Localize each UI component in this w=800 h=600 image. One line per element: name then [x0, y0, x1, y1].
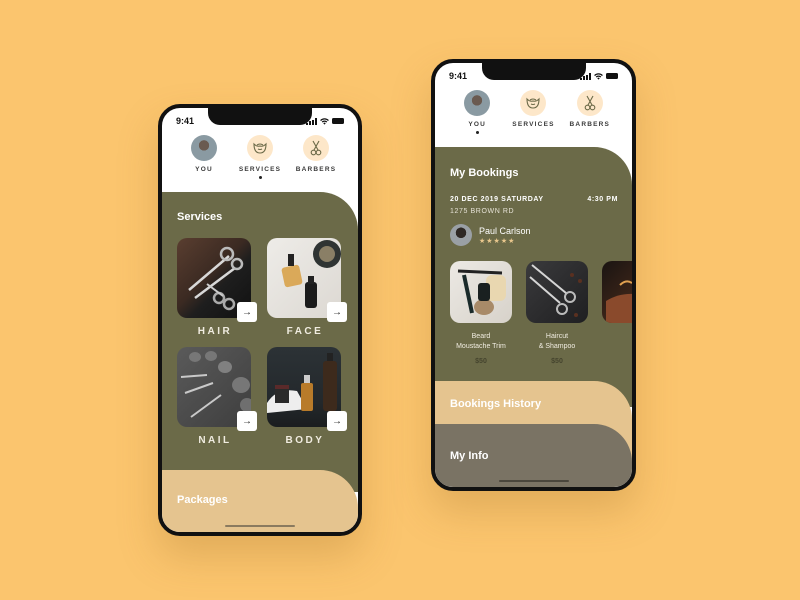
- booking-time: 4:30 PM: [587, 196, 618, 203]
- nav-services[interactable]: SERVICES: [505, 90, 561, 134]
- service-label: BODY: [285, 435, 325, 446]
- signal-icon: [306, 117, 317, 125]
- star-rating: ★★★★★: [479, 237, 516, 245]
- user-avatar: [191, 135, 217, 161]
- beard-trim-image: [450, 261, 512, 323]
- phone-profile-screen: 9:41 YOU SERVICES BARBERS My Bookings 20…: [431, 59, 636, 491]
- booked-service-item[interactable]: Beard Moustache Trim $50: [450, 261, 512, 365]
- bookings-history-title: Bookings History: [450, 398, 542, 410]
- active-dot: [475, 131, 479, 134]
- service-name-line1: Haircut: [545, 333, 569, 340]
- shaving-image: [602, 261, 632, 323]
- top-nav: YOU SERVICES BARBERS: [162, 135, 358, 179]
- arrow-right-icon[interactable]: →: [237, 411, 257, 431]
- nav-label: SERVICES: [238, 166, 282, 173]
- service-card-hair[interactable]: → HAIR: [177, 238, 257, 337]
- my-info-title: My Info: [450, 450, 489, 462]
- packages-title: Packages: [177, 494, 228, 506]
- service-label: NAIL: [198, 435, 232, 446]
- bookings-panel: My Bookings 20 DEC 2019 SATURDAY 4:30 PM…: [435, 147, 632, 407]
- nav-you[interactable]: YOU: [176, 135, 232, 179]
- booked-service-item[interactable]: Haircut & Shampoo $50: [526, 261, 588, 365]
- arrow-right-icon[interactable]: →: [237, 302, 257, 322]
- beard-icon: [526, 97, 541, 109]
- wifi-icon: [320, 117, 329, 125]
- service-label: FACE: [286, 326, 324, 337]
- nav-label: BARBERS: [295, 166, 337, 173]
- arrow-right-icon[interactable]: →: [327, 411, 347, 431]
- nav-label: SERVICES: [512, 121, 555, 128]
- nav-barbers[interactable]: BARBERS: [562, 90, 618, 134]
- booked-services-list: Beard Moustache Trim $50 Haircut & Shampoo…: [450, 261, 632, 365]
- status-bar: 9:41: [176, 115, 344, 127]
- service-card-nail[interactable]: → NAIL: [177, 347, 257, 446]
- services-title: Services: [177, 211, 223, 223]
- nav-barbers[interactable]: BARBERS: [288, 135, 344, 179]
- status-bar: 9:41: [449, 70, 618, 82]
- home-indicator: [498, 479, 569, 482]
- nav-label: YOU: [468, 121, 486, 128]
- booking-date: 20 DEC 2019 SATURDAY: [450, 196, 544, 203]
- status-time: 9:41: [449, 71, 468, 81]
- nav-label: BARBERS: [569, 121, 611, 128]
- home-indicator: [225, 524, 295, 527]
- booking-address: 1275 BROWN RD: [450, 208, 515, 215]
- status-time: 9:41: [176, 116, 195, 126]
- service-label: HAIR: [197, 326, 233, 337]
- beard-icon: [253, 142, 267, 154]
- barber-name: Paul Carlson: [479, 225, 531, 236]
- booking-datetime: 20 DEC 2019 SATURDAY 4:30 PM: [450, 196, 618, 203]
- barber-info[interactable]: Paul Carlson ★★★★★: [450, 224, 531, 246]
- nav-you[interactable]: YOU: [449, 90, 505, 134]
- service-name-line2: Moustache Trim: [456, 343, 506, 350]
- nav-label: YOU: [195, 166, 213, 173]
- barber-avatar: [450, 224, 472, 246]
- signal-icon: [580, 72, 591, 80]
- services-panel: Services → HAIR → FACE → NAIL → BODY: [162, 192, 358, 492]
- wifi-icon: [594, 72, 603, 80]
- user-avatar: [464, 90, 491, 116]
- active-dot: [258, 176, 262, 179]
- top-nav: YOU SERVICES BARBERS: [435, 90, 632, 134]
- service-card-face[interactable]: → FACE: [267, 238, 347, 337]
- arrow-right-icon[interactable]: →: [327, 302, 347, 322]
- service-price: $50: [551, 358, 563, 365]
- battery-icon: [606, 73, 618, 79]
- haircut-image: [526, 261, 588, 323]
- booked-service-item[interactable]: [602, 261, 632, 365]
- service-name-line1: Beard: [471, 333, 491, 340]
- scissors-icon: [584, 95, 596, 111]
- service-card-body[interactable]: → BODY: [267, 347, 347, 446]
- phone-services-screen: 9:41 YOU SERVICES BARBERS Services → HAI…: [158, 104, 362, 536]
- bookings-title: My Bookings: [450, 167, 519, 179]
- scissors-icon: [310, 140, 322, 156]
- service-price: $50: [475, 358, 487, 365]
- nav-services[interactable]: SERVICES: [232, 135, 288, 179]
- battery-icon: [332, 118, 344, 124]
- service-name-line2: & Shampoo: [538, 343, 576, 350]
